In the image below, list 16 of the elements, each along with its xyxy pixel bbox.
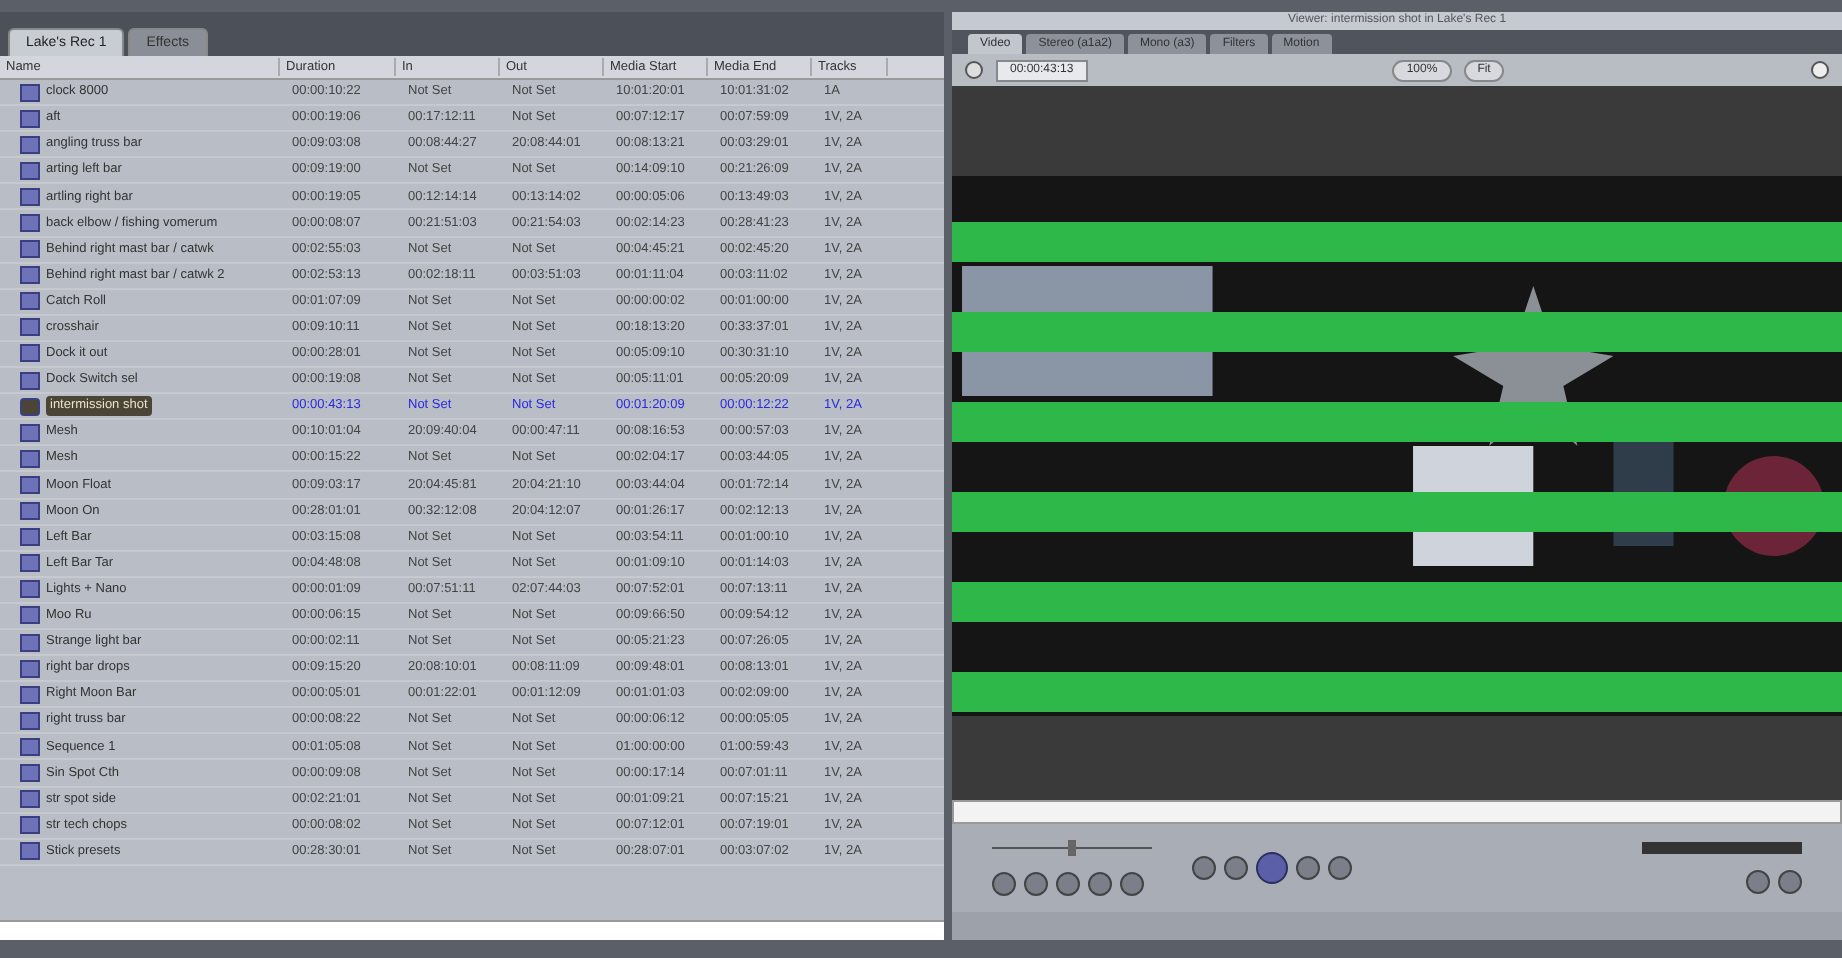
- transport-button[interactable]: [1328, 856, 1352, 880]
- transport-button[interactable]: [1192, 856, 1216, 880]
- transport-button[interactable]: [1224, 856, 1248, 880]
- transport-button[interactable]: [1778, 870, 1802, 894]
- shuttle-slider[interactable]: [992, 840, 1152, 856]
- transport-button[interactable]: [1024, 872, 1048, 896]
- transport-button[interactable]: [1746, 870, 1770, 894]
- transport-button[interactable]: [1296, 856, 1320, 880]
- transport-button[interactable]: [1056, 872, 1080, 896]
- transport-button[interactable]: [992, 872, 1016, 896]
- transport-button[interactable]: [1120, 872, 1144, 896]
- scrubber-bar[interactable]: [952, 800, 1842, 824]
- transport-button[interactable]: [1088, 872, 1112, 896]
- horizontal-scrollbar[interactable]: [0, 920, 944, 940]
- slider-thumb[interactable]: [1068, 840, 1076, 856]
- play-button[interactable]: [1256, 852, 1288, 884]
